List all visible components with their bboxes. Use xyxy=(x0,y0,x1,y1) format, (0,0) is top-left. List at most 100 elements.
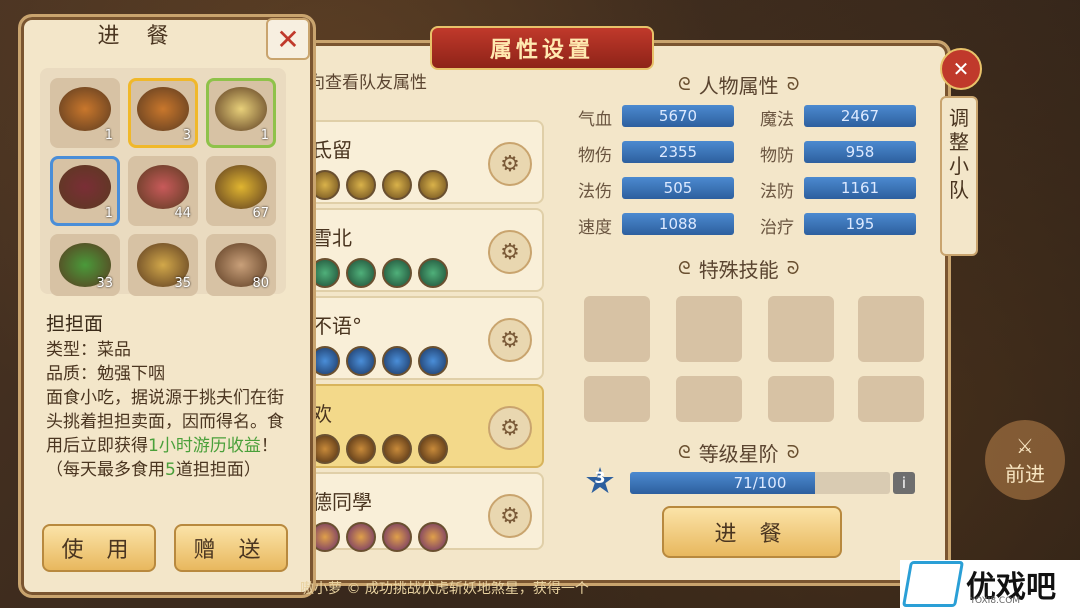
food-count: 33 xyxy=(96,276,113,291)
teammate-name: 雪北 xyxy=(312,226,352,250)
attribute-panel-title: 属性设置 xyxy=(430,26,654,70)
attr-section-title: ᘓ 人物属性 ᘐ xyxy=(678,74,800,98)
close-icon[interactable]: ✕ xyxy=(940,48,982,90)
attr-value: 1088 xyxy=(622,213,734,235)
view-teammate-hint: 向查看队友属性 xyxy=(308,73,427,93)
teammate-list: 氐留 ⚙ 雪北 ⚙ 不语° ⚙ 欢 ⚙ 德同學 ⚙ xyxy=(300,120,544,552)
attr-value: 1161 xyxy=(804,177,916,199)
level-progress-text: 71/100 xyxy=(733,474,787,492)
skill-slot[interactable] xyxy=(858,376,924,422)
food-item-slot[interactable]: 67 xyxy=(206,156,276,226)
food-item-slot[interactable]: 1 xyxy=(50,156,120,226)
gear-icon[interactable]: ⚙ xyxy=(488,494,532,538)
skill-slot[interactable] xyxy=(584,296,650,362)
swirl-icon: ᘐ xyxy=(786,258,800,279)
attr-label: 法伤 xyxy=(578,182,612,202)
attr-value: 2355 xyxy=(622,141,734,163)
crossed-swords-icon: ⚔ xyxy=(1016,433,1034,458)
teammate-skill-dots xyxy=(310,522,448,552)
swirl-icon: ᘓ xyxy=(678,442,691,463)
watermark-logo-icon xyxy=(901,561,965,607)
attr-value: 2467 xyxy=(804,105,916,127)
swirl-icon: ᘓ xyxy=(678,74,691,95)
food-description: 担担面 类型：菜品 品质：勉强下咽 面食小吃，据说源于挑夫们在街头挑着担担卖面，… xyxy=(46,312,286,482)
skill-slot[interactable] xyxy=(584,376,650,422)
teammate-name: 不语° xyxy=(312,314,362,338)
food-icon xyxy=(215,165,267,209)
food-icon xyxy=(215,87,267,131)
close-icon[interactable]: ✕ xyxy=(266,18,310,60)
food-item-slot[interactable]: 44 xyxy=(128,156,198,226)
swirl-icon: ᘓ xyxy=(678,258,691,279)
teammate-skill-dots xyxy=(310,434,448,464)
food-count: 35 xyxy=(174,276,191,291)
food-item-slot[interactable]: 3 xyxy=(128,78,198,148)
teammate-skill-dots xyxy=(310,170,448,200)
food-item-slot[interactable]: 1 xyxy=(206,78,276,148)
food-type: 类型：菜品 xyxy=(46,340,131,360)
teammate-name: 德同學 xyxy=(312,490,372,514)
food-effect: 面食小吃，据说源于挑夫们在街头挑着担担卖面，因而得名。食用后立即获得1小时游历收… xyxy=(46,388,284,456)
food-icon xyxy=(59,87,111,131)
gift-button[interactable]: 赠 送 xyxy=(174,524,288,572)
level-star-count: 3 xyxy=(594,468,606,487)
attr-value: 958 xyxy=(804,141,916,163)
skills-section-title: ᘓ 特殊技能 ᘐ xyxy=(678,258,800,282)
food-count: 67 xyxy=(252,206,269,221)
teammate-skill-dots xyxy=(310,346,448,376)
attr-label: 气血 xyxy=(578,110,612,130)
food-item-name: 担担面 xyxy=(46,313,104,335)
food-count: 1 xyxy=(104,206,113,221)
teammate-row[interactable]: 不语° ⚙ xyxy=(300,296,544,380)
skill-slot[interactable] xyxy=(676,376,742,422)
food-count: 1 xyxy=(104,128,113,143)
swirl-icon: ᘐ xyxy=(786,74,800,95)
attr-value: 505 xyxy=(622,177,734,199)
teammate-skill-dots xyxy=(310,258,448,288)
food-icon xyxy=(137,87,189,131)
gear-icon[interactable]: ⚙ xyxy=(488,142,532,186)
food-count: 3 xyxy=(182,128,191,143)
teammate-row-selected[interactable]: 欢 ⚙ xyxy=(300,384,544,468)
watermark-subtext: YOXI8.COM xyxy=(970,596,1021,606)
teammate-row[interactable]: 雪北 ⚙ xyxy=(300,208,544,292)
eat-button[interactable]: 进 餐 xyxy=(662,506,842,558)
food-item-slot[interactable]: 35 xyxy=(128,234,198,296)
attr-value: 195 xyxy=(804,213,916,235)
swirl-icon: ᘐ xyxy=(786,442,800,463)
adjust-team-tab[interactable]: 调 整 小 队 xyxy=(940,96,978,256)
attr-label: 物伤 xyxy=(578,146,612,166)
teammate-row[interactable]: 德同學 ⚙ xyxy=(300,472,544,552)
forward-button[interactable]: ⚔ 前进 xyxy=(985,420,1065,500)
attr-value: 5670 xyxy=(622,105,734,127)
teammate-name: 氐留 xyxy=(312,138,352,162)
skill-slot[interactable] xyxy=(858,296,924,362)
food-icon xyxy=(59,165,111,209)
attr-label: 治疗 xyxy=(760,218,794,238)
food-item-slot[interactable]: 1 xyxy=(50,78,120,148)
food-icon xyxy=(137,165,189,209)
info-icon[interactable]: i xyxy=(893,472,915,494)
food-count: 44 xyxy=(174,206,191,221)
attr-label: 法防 xyxy=(760,182,794,202)
use-button[interactable]: 使 用 xyxy=(42,524,156,572)
food-count: 1 xyxy=(260,128,269,143)
attr-label: 魔法 xyxy=(760,110,794,130)
food-item-slot[interactable]: 33 xyxy=(50,234,120,296)
skill-slot[interactable] xyxy=(768,296,834,362)
skill-slot[interactable] xyxy=(676,296,742,362)
level-section-title: ᘓ 等级星阶 ᘐ xyxy=(678,442,800,466)
food-count: 80 xyxy=(252,276,269,291)
food-limit: （每天最多食用5道担担面） xyxy=(46,460,261,480)
food-item-slot[interactable]: 80 xyxy=(206,234,276,296)
gear-icon[interactable]: ⚙ xyxy=(488,406,532,450)
gear-icon[interactable]: ⚙ xyxy=(488,318,532,362)
attr-label: 物防 xyxy=(760,146,794,166)
system-message: 嗷小萝 © 成功挑战伏虎斩妖地煞星，获得一个 xyxy=(300,581,589,597)
food-quality: 品质：勉强下咽 xyxy=(46,364,165,384)
skill-slot[interactable] xyxy=(768,376,834,422)
teammate-row[interactable]: 氐留 ⚙ xyxy=(300,120,544,204)
food-panel-title: 进 餐 xyxy=(97,24,179,49)
gear-icon[interactable]: ⚙ xyxy=(488,230,532,274)
attr-label: 速度 xyxy=(578,218,612,238)
